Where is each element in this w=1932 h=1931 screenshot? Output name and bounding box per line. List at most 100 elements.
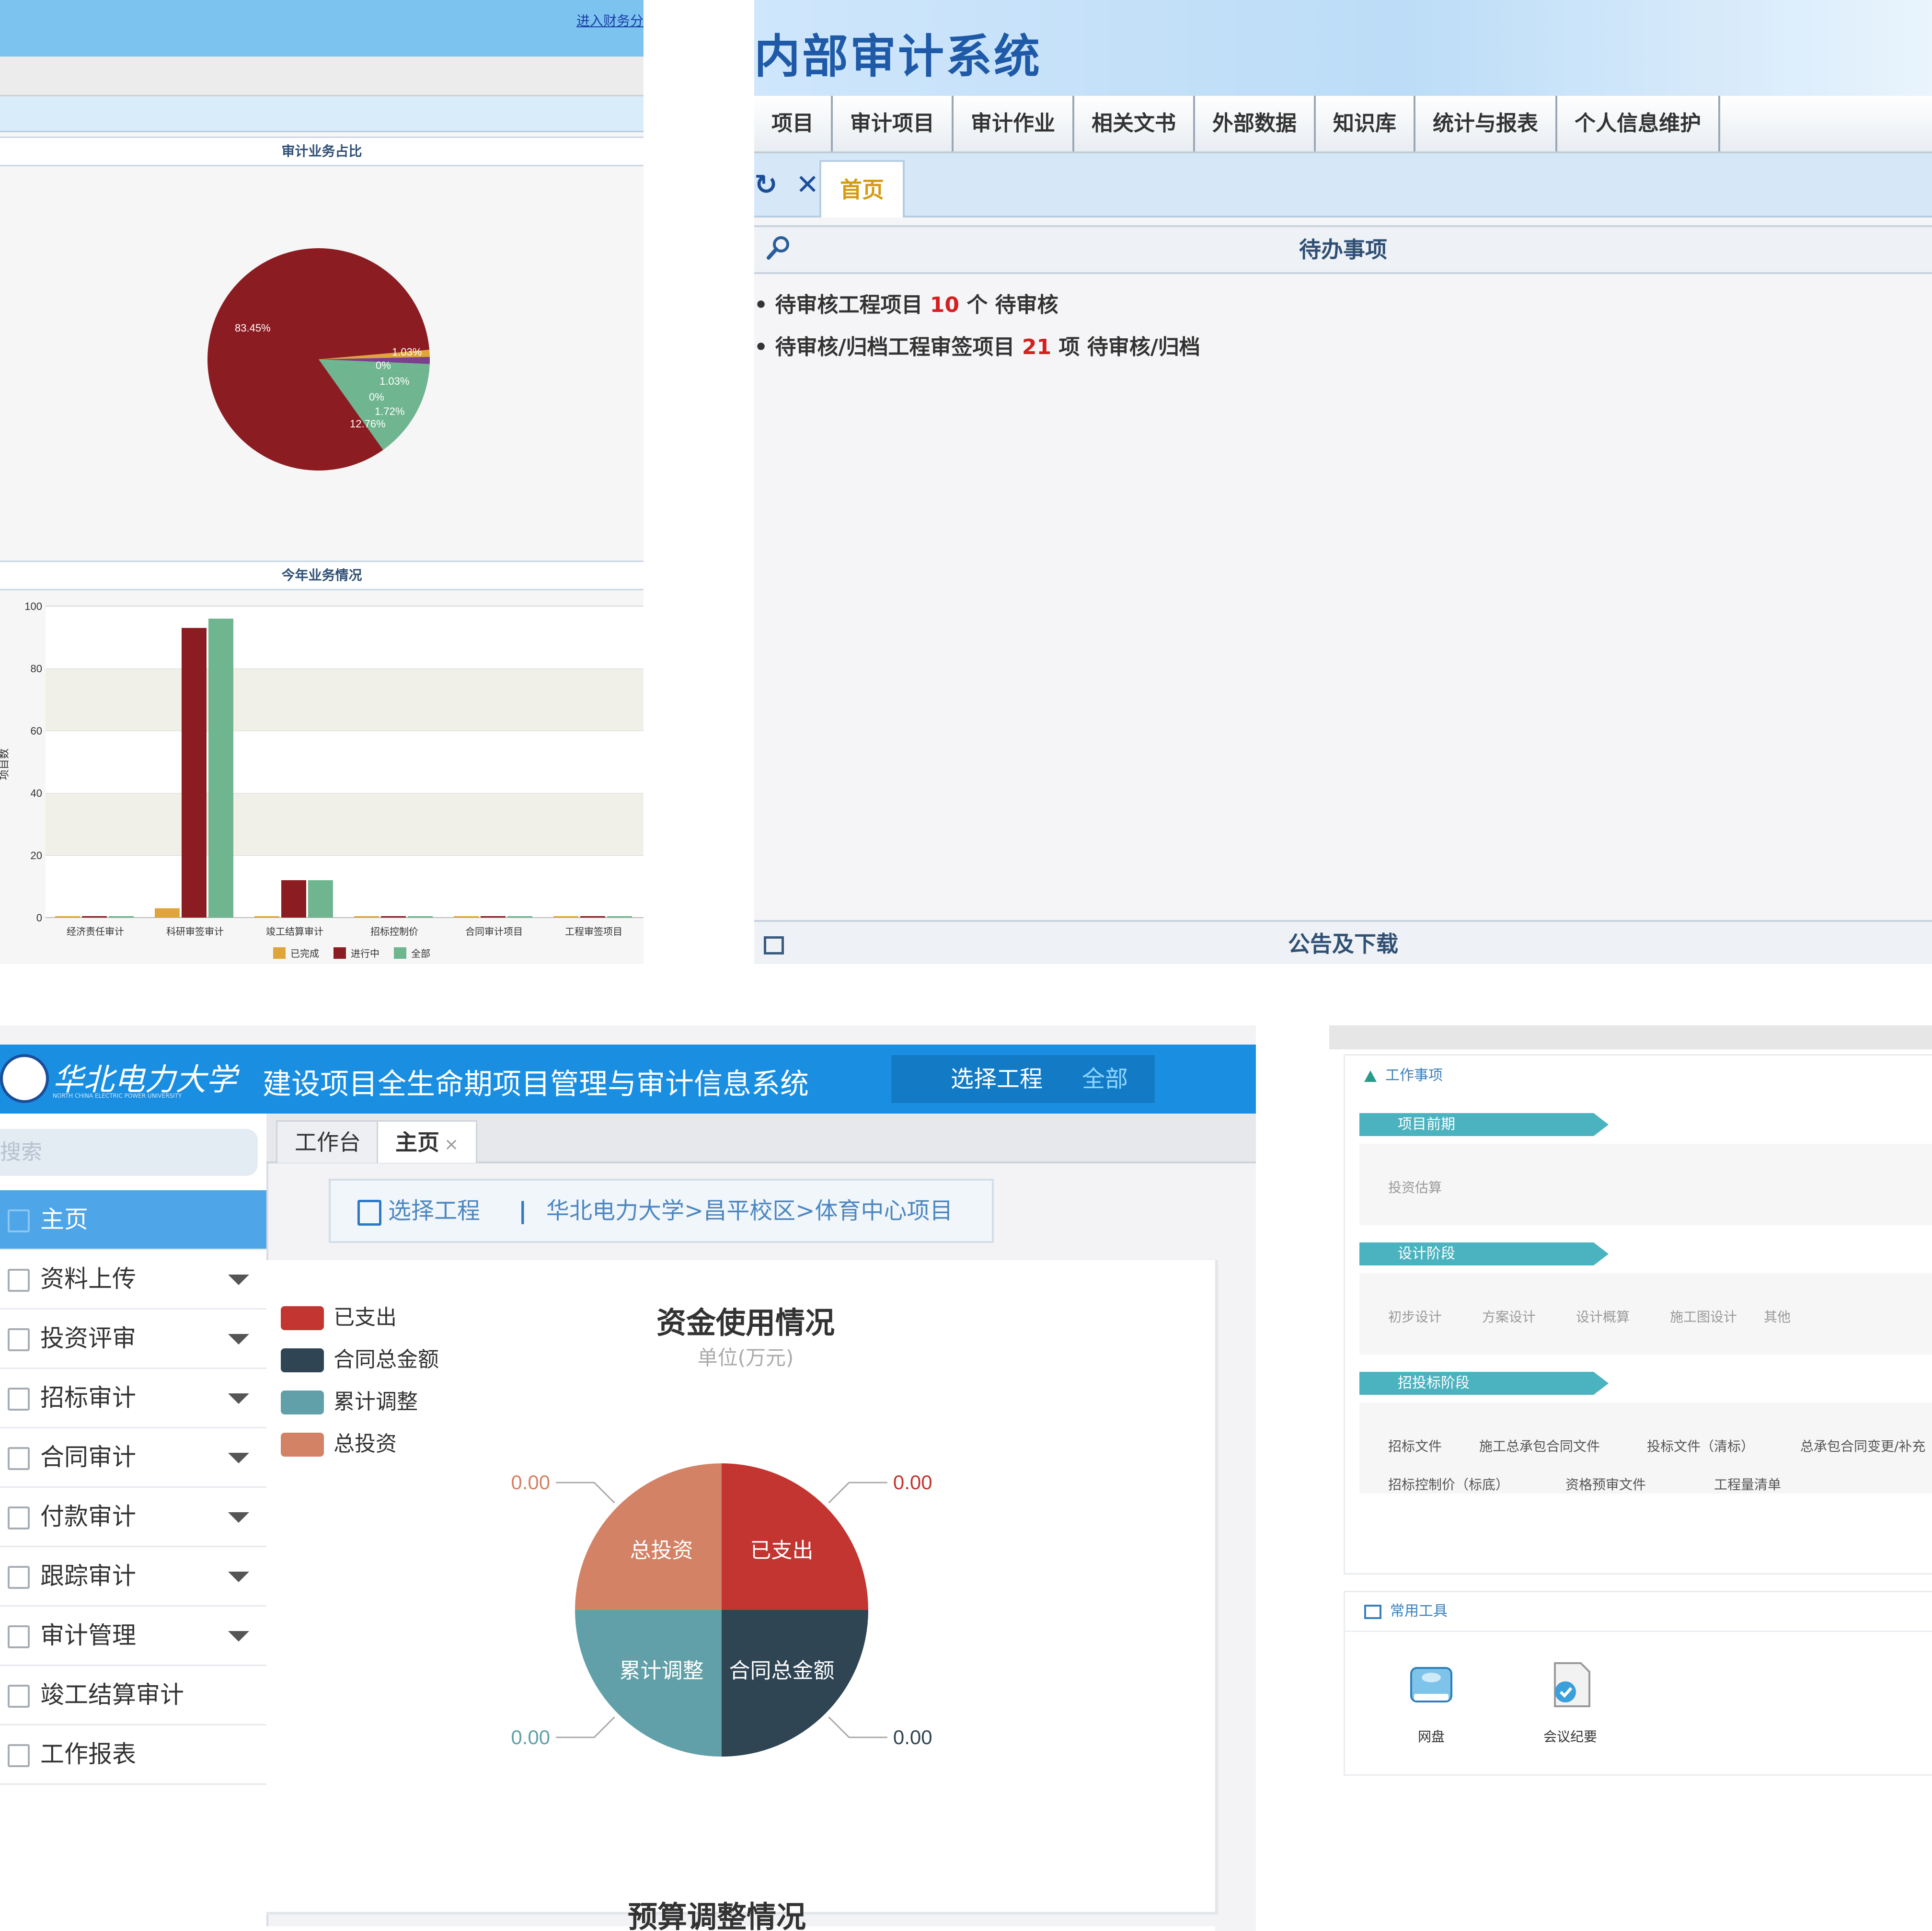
university-logo-subtext: NORTH CHINA ELECTRIC POWER UNIVERSITY [53, 1092, 182, 1099]
stage-item-link[interactable]: 初步设计 [1388, 1307, 1442, 1326]
legend-label: 全部 [411, 948, 430, 959]
close-icon[interactable]: ✕ [796, 168, 819, 201]
sidebar-item[interactable]: 审计管理 [0, 1606, 266, 1666]
audit-share-pie-chart: 83.45%1.03%0%1.03%0%1.72%12.76% [207, 248, 430, 471]
bar [109, 916, 134, 918]
menu-item[interactable]: 个人信息维护 [1557, 96, 1720, 151]
bar [580, 916, 605, 918]
legend-label: 已完成 [290, 948, 319, 959]
x-tick-label: 科研审签审计 [166, 926, 224, 937]
todo-count: 21 [1022, 335, 1052, 359]
close-tab-icon[interactable]: × [444, 1135, 459, 1154]
refresh-icon[interactable]: ↻ [754, 168, 778, 201]
divider [1345, 1631, 1932, 1632]
y-tick-label: 20 [31, 850, 42, 862]
work-items-header: 工作事项 [1364, 1063, 1443, 1084]
sidebar-item[interactable]: 招标审计 [0, 1368, 266, 1428]
menu-item[interactable]: 统计与报表 [1415, 96, 1557, 151]
legend-label: 总投资 [334, 1432, 397, 1456]
chevron-down-icon[interactable] [228, 1512, 249, 1523]
grid-band [46, 606, 644, 668]
todo-item[interactable]: • 待审核工程项目 10 个 待审核 [754, 287, 1058, 318]
select-project-button[interactable]: 选择工程 全部 [891, 1055, 1155, 1103]
toolbar-strip [0, 57, 644, 96]
y-tick-label: 100 [24, 600, 42, 612]
chevron-down-icon[interactable] [228, 1453, 249, 1463]
sidebar-item[interactable]: 竣工结算审计 [0, 1666, 266, 1725]
chevron-down-icon[interactable] [228, 1275, 249, 1285]
sidebar-item[interactable]: 合同审计 [0, 1428, 266, 1488]
bar [354, 916, 379, 918]
stage-item-link[interactable]: 施工图设计 [1670, 1307, 1737, 1326]
stage-item-link[interactable]: 资格预审文件 [1565, 1474, 1646, 1494]
tab-item[interactable]: 工作台 [276, 1120, 380, 1163]
stage-items: 投资估算 [1359, 1144, 1932, 1225]
stage-item-link[interactable]: 设计概算 [1576, 1307, 1630, 1326]
sidebar-item[interactable]: 工作报表 [0, 1725, 266, 1785]
y-tick-label: 80 [31, 663, 42, 675]
todo-text: 项 待审核/归档 [1051, 335, 1200, 359]
bar [553, 916, 578, 918]
main-menu: 项目 审计项目 审计作业 相关文书 外部数据 知识库 统计与报表 个人信息维护 [754, 96, 1932, 153]
sidebar-item[interactable]: 付款审计 [0, 1487, 266, 1547]
tool-meeting-minutes[interactable]: 会议纪要 [1532, 1650, 1609, 1745]
pie-data-label: 83.45% [235, 322, 271, 334]
project-breadcrumb[interactable]: 选择工程 | 华北电力大学>昌平校区>体育中心项目 [329, 1179, 994, 1243]
menu-item[interactable]: 外部数据 [1195, 96, 1316, 151]
stage-item-link[interactable]: 工程量清单 [1714, 1474, 1781, 1494]
x-tick-label: 经济责任审计 [67, 926, 124, 937]
stage-item-link[interactable]: 总承包合同变更/补充 [1800, 1436, 1925, 1455]
tab-label: 主页 [395, 1129, 439, 1155]
pie-data-label: 12.76% [350, 418, 386, 430]
chevron-down-icon[interactable] [228, 1631, 249, 1642]
stage-item-link[interactable]: 方案设计 [1482, 1307, 1536, 1326]
menu-item-icon [8, 1388, 30, 1411]
stage-item-link[interactable]: 招标控制价（标底） [1388, 1474, 1509, 1494]
menu-item[interactable]: 知识库 [1316, 96, 1415, 151]
y-tick-label: 40 [31, 787, 42, 799]
todo-item[interactable]: • 待审核/归档工程审签项目 21 项 待审核/归档 [754, 330, 1200, 360]
menu-item[interactable]: 审计作业 [954, 96, 1074, 151]
stage-item-link[interactable]: 投标文件（清标） [1647, 1436, 1754, 1455]
legend-label: 已支出 [334, 1305, 397, 1330]
sidebar-item[interactable]: 投资评审 [0, 1309, 266, 1369]
stage-item-link[interactable]: 招标文件 [1388, 1436, 1442, 1455]
slice-name-label: 合同总金额 [729, 1659, 834, 1682]
bar [454, 916, 479, 918]
sidebar-item-label: 付款审计 [40, 1503, 136, 1530]
sidebar-item[interactable]: 主页 [0, 1190, 266, 1250]
menu-item-icon [8, 1269, 30, 1292]
chevron-down-icon[interactable] [228, 1393, 249, 1404]
work-items-panel: 工作事项 项目前期 投资估算 设计阶段 初步设计 方案设计 设计概算 施工图设计 其他 招投标阶… [1329, 1025, 1932, 1931]
project-lifecycle-panel: 华北电力大学 NORTH CHINA ELECTRIC POWER UNIVER… [0, 1025, 1256, 1931]
search-input[interactable]: 搜索 [0, 1129, 258, 1176]
chevron-down-icon[interactable] [228, 1572, 249, 1582]
sidebar-item[interactable]: 资料上传 [0, 1250, 266, 1310]
x-tick-label: 工程审签项目 [565, 926, 622, 937]
todo-count: 10 [930, 293, 960, 317]
warning-icon [1364, 1070, 1377, 1082]
tab-item[interactable]: 主页 × [377, 1120, 478, 1163]
menu-item[interactable]: 相关文书 [1074, 96, 1195, 151]
subheader-strip [0, 96, 644, 132]
chevron-down-icon[interactable] [228, 1334, 249, 1345]
stage-item-link[interactable]: 其他 [1764, 1307, 1791, 1326]
legend-swatch [281, 1348, 324, 1372]
pie-data-label: 1.72% [375, 405, 404, 417]
todo-text: 个 待审核 [959, 293, 1058, 317]
bar [507, 916, 532, 918]
bar [408, 916, 433, 918]
work-items-box: 工作事项 项目前期 投资估算 设计阶段 初步设计 方案设计 设计概算 施工图设计 其他 招投标阶… [1344, 1054, 1932, 1575]
menu-item[interactable]: 项目 [754, 96, 833, 151]
stage-item-link[interactable]: 施工总承包合同文件 [1479, 1436, 1600, 1455]
bar [481, 916, 506, 918]
y-tick-label: 0 [36, 912, 42, 924]
menu-item[interactable]: 审计项目 [833, 96, 954, 151]
tab-home[interactable]: 首页 [819, 160, 905, 218]
grid-band [46, 731, 644, 793]
legend-label: 进行中 [351, 948, 380, 959]
tool-network-disk[interactable]: 网盘 [1393, 1650, 1470, 1745]
sidebar-item[interactable]: 跟踪审计 [0, 1547, 266, 1607]
finance-link[interactable]: 进入财务分 [576, 11, 644, 30]
stage-item-link[interactable]: 投资估算 [1388, 1177, 1442, 1196]
